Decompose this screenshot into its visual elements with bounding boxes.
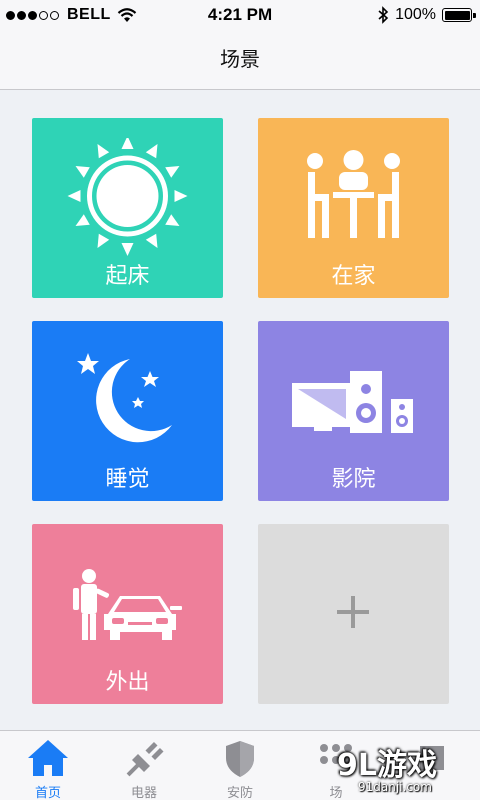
scene-label-at-home: 在家: [331, 264, 376, 289]
status-right: 100%: [377, 6, 476, 24]
add-scene-button[interactable]: [258, 524, 449, 704]
status-bar: BELL 4:21 PM 100%: [0, 0, 480, 30]
tab-label-security: 安防: [226, 786, 253, 800]
tab-home[interactable]: 首页: [0, 731, 96, 800]
battery-icon: [442, 8, 476, 22]
tab-label-home: 首页: [34, 786, 61, 800]
family-dining-icon: [307, 150, 400, 238]
battery-fill: [444, 10, 470, 20]
battery-percentage: 100%: [395, 6, 436, 23]
scene-label-sleep: 睡觉: [105, 467, 150, 492]
watermark: 9L游戏 91danji.com: [298, 738, 480, 800]
person-car-icon: [73, 569, 182, 640]
scene-label-go-out: 外出: [105, 670, 150, 695]
watermark-logo: 9L游戏: [337, 748, 437, 783]
bluetooth-icon: [378, 6, 389, 24]
plus-icon: [337, 596, 369, 628]
tab-security[interactable]: 安防: [192, 731, 288, 800]
page-title: 场景: [220, 47, 260, 71]
scene-tile-sleep[interactable]: 睡觉: [32, 321, 223, 501]
plug-icon: [126, 741, 164, 777]
scene-label-wake-up: 起床: [105, 264, 150, 289]
home-theater-icon: [292, 371, 413, 433]
shield-icon: [226, 741, 254, 777]
watermark-url: 91danji.com: [358, 780, 432, 794]
scene-tile-go-out[interactable]: 外出: [32, 524, 223, 704]
scene-tile-at-home[interactable]: 在家: [258, 118, 449, 298]
home-icon: [28, 740, 68, 776]
navigation-bar: 场景: [0, 30, 480, 90]
moon-stars-icon: [77, 353, 172, 443]
sun-icon: [67, 138, 188, 256]
scene-tile-wake-up[interactable]: 起床: [32, 118, 223, 298]
tab-label-appliances: 电器: [130, 786, 157, 800]
tab-appliances[interactable]: 电器: [96, 731, 192, 800]
scene-tile-cinema[interactable]: 影院: [258, 321, 449, 501]
scene-label-cinema: 影院: [331, 467, 376, 492]
